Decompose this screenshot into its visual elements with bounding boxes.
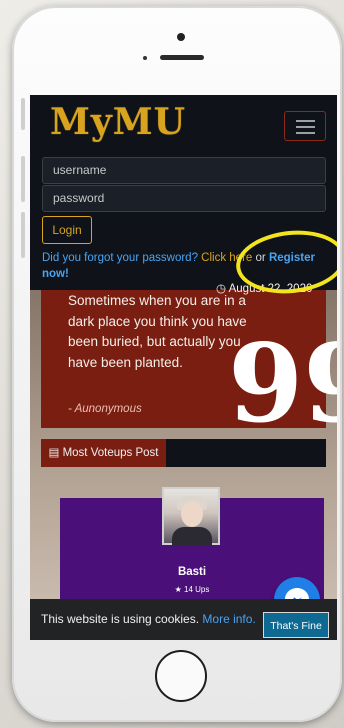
cookie-banner: This website is using cookies. More info… <box>30 599 337 640</box>
menu-icon <box>296 132 315 134</box>
username-input[interactable]: username <box>42 157 326 184</box>
quote-mark-icon: 99 <box>228 321 337 447</box>
user-avatar[interactable] <box>162 487 220 545</box>
user-ups-count: 14 Ups <box>184 585 210 594</box>
user-ups: ★ 14 Ups <box>162 585 222 594</box>
password-input[interactable]: password <box>42 185 326 212</box>
forgot-password-label: Did you forgot your password? <box>42 252 198 264</box>
site-logo[interactable]: MyMU <box>50 101 186 143</box>
menu-icon <box>296 120 315 122</box>
most-voteups-tab[interactable]: ▤ Most Voteups Post <box>41 439 166 467</box>
avatar-face <box>181 501 203 527</box>
avatar-body <box>172 527 212 545</box>
menu-toggle-button[interactable] <box>284 111 326 141</box>
phone-sensor <box>143 56 147 60</box>
phone-speaker <box>160 55 204 60</box>
cookie-message: This website is using cookies. <box>41 612 200 626</box>
quote-author: - Aunonymous <box>68 403 142 415</box>
phone-side-button <box>21 212 25 258</box>
list-icon: ▤ <box>48 447 63 459</box>
phone-home-button[interactable] <box>155 650 207 702</box>
star-icon: ★ <box>174 585 185 594</box>
phone-camera <box>177 33 185 41</box>
phone-screen: MyMU username password Login Did you for… <box>30 95 337 640</box>
phone-side-button <box>21 156 25 202</box>
section-title: Most Voteups Post <box>62 447 159 459</box>
login-button[interactable]: Login <box>42 216 92 244</box>
more-info-link[interactable]: More info. <box>202 612 255 626</box>
cookie-text: This website is using cookies. More info… <box>41 612 256 626</box>
phone-side-button <box>21 98 25 130</box>
menu-icon <box>296 126 315 128</box>
cookie-accept-button[interactable]: That's Fine <box>263 612 329 638</box>
user-name: Basti <box>177 566 207 578</box>
